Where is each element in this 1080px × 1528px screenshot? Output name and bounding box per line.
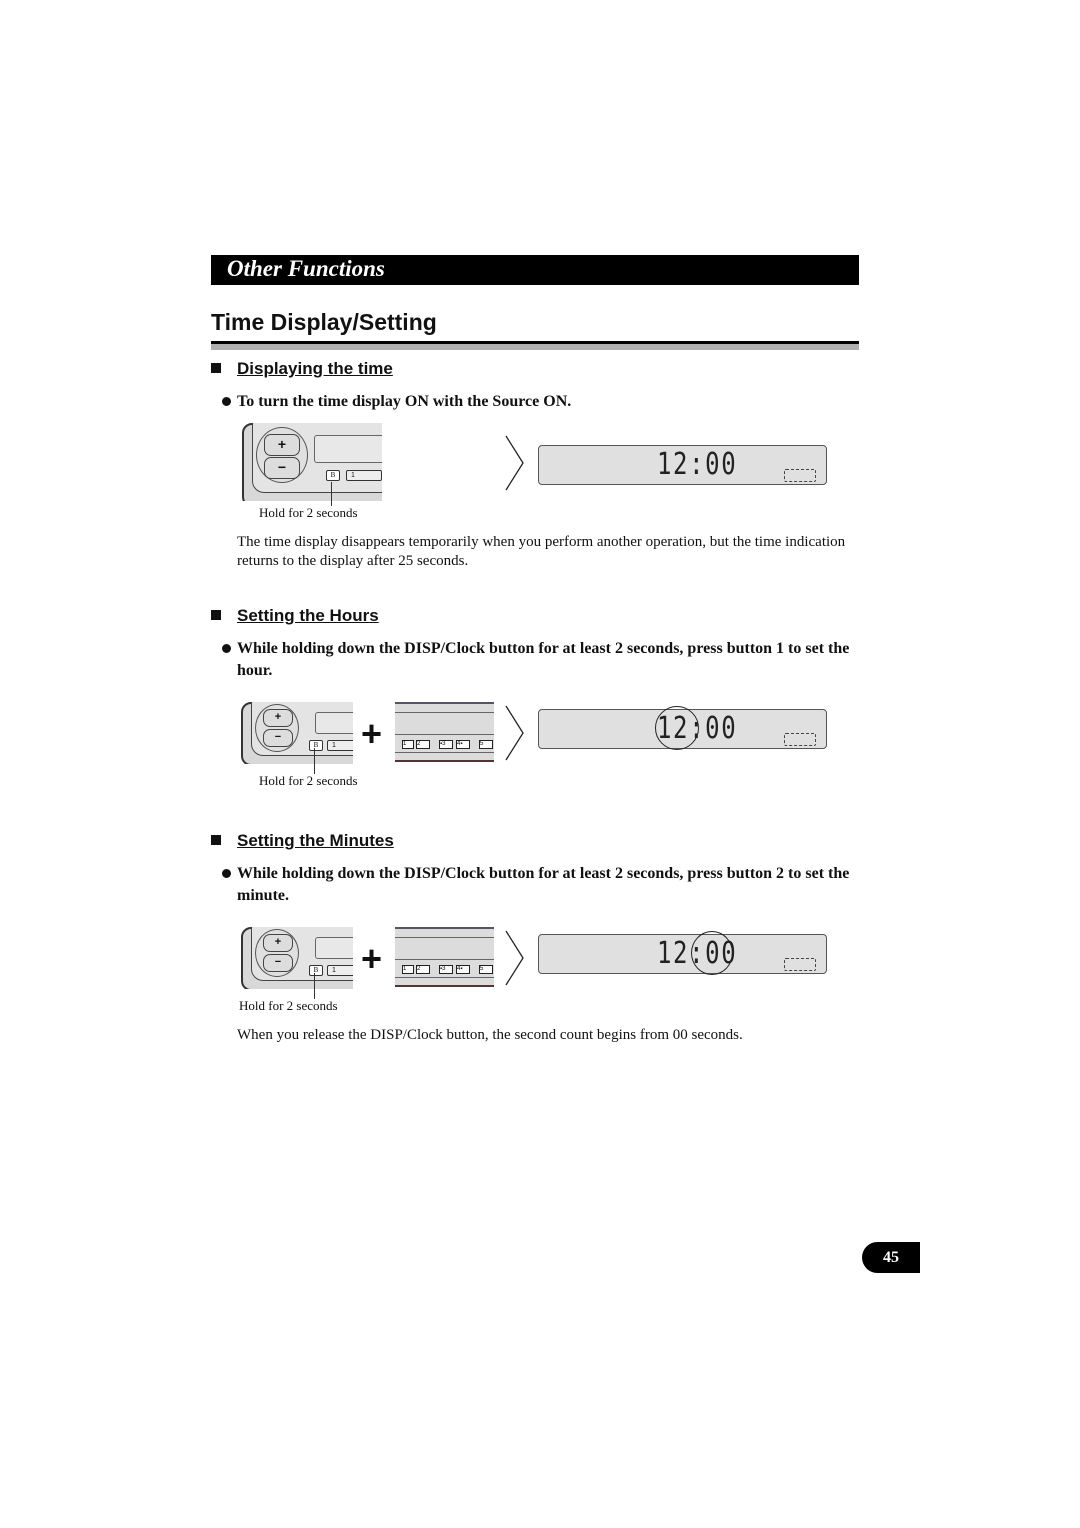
head-unit-illustration: + − B 1 [242, 423, 382, 501]
lcd-indicator [784, 958, 816, 971]
time-readout: 12:00 [657, 447, 738, 482]
minus-key: − [263, 954, 293, 972]
square-bullet-icon [211, 835, 221, 845]
plus-key: + [263, 709, 293, 727]
minus-key: − [264, 457, 300, 479]
hold-caption: Hold for 2 seconds [259, 773, 358, 788]
page-title: Time Display/Setting [211, 309, 437, 335]
note-setting-minutes: When you release the DISP/Clock button, … [237, 1027, 743, 1043]
title-rule-shadow [211, 344, 859, 350]
lcd-display: 12:00 [538, 706, 827, 750]
callout-line [314, 748, 315, 774]
preset-strip-illustration: 1 2 ▪3 4▪ 5 [395, 927, 494, 987]
hold-caption: Hold for 2 seconds [259, 505, 358, 520]
preset-button-1: 1 [327, 965, 353, 976]
head-unit-illustration: + − B 1 [241, 702, 353, 764]
preset-button-1: 1 [327, 740, 353, 751]
arrow-right-icon [505, 435, 525, 491]
chapter-banner: Other Functions [211, 255, 859, 285]
bullet-dot-icon [222, 644, 231, 653]
lcd-indicator [784, 733, 816, 746]
disp-clock-button: B [326, 470, 340, 481]
bullet-dot-icon [222, 869, 231, 878]
preset-strip-button-2: 2 [416, 740, 430, 749]
square-bullet-icon [211, 610, 221, 620]
preset-strip-illustration: 1 2 ▪3 4▪ 5 [395, 702, 494, 762]
preset-strip-button-4: 4▪ [456, 965, 470, 974]
preset-strip-button-1: 1 [402, 740, 414, 749]
volume-knob: + − [256, 427, 308, 483]
arrow-right-icon [505, 930, 525, 986]
lcd-display: 12:00 [538, 445, 827, 485]
preset-strip-button-1: 1 [402, 965, 414, 974]
square-bullet-icon [211, 363, 221, 373]
disp-clock-button: B [309, 965, 323, 976]
hold-caption: Hold for 2 seconds [239, 998, 338, 1013]
lcd-display: 12:00 [538, 931, 827, 975]
minutes-highlight-circle [691, 931, 733, 975]
bullet-dot-icon [222, 397, 231, 406]
arrow-right-icon [505, 705, 525, 761]
plus-key: + [263, 934, 293, 952]
unit-screen [315, 937, 353, 959]
disp-clock-button: B [309, 740, 323, 751]
plus-combo-icon: + [361, 713, 383, 754]
callout-line [331, 482, 332, 506]
volume-knob: + − [255, 704, 299, 752]
preset-strip-button-4: 4▪ [456, 740, 470, 749]
plus-combo-icon: + [361, 938, 383, 979]
volume-knob: + − [255, 929, 299, 977]
preset-strip-button-5: 5 [479, 965, 493, 974]
hours-highlight-circle [655, 706, 699, 750]
preset-strip-button-3: ▪3 [439, 965, 453, 974]
minus-key: − [263, 729, 293, 747]
page-number: 45 [862, 1242, 920, 1273]
preset-button-1: 1 [346, 470, 382, 481]
unit-screen [315, 712, 353, 734]
lcd-indicator [784, 469, 816, 482]
note-displaying-time: The time display disappears temporarily … [237, 534, 846, 569]
preset-strip-button-2: 2 [416, 965, 430, 974]
preset-strip-button-3: ▪3 [439, 740, 453, 749]
preset-strip-button-5: 5 [479, 740, 493, 749]
plus-key: + [264, 434, 300, 456]
head-unit-illustration: + − B 1 [241, 927, 353, 989]
unit-screen [314, 435, 382, 463]
callout-line [314, 973, 315, 999]
chapter-title: Other Functions [227, 256, 385, 281]
